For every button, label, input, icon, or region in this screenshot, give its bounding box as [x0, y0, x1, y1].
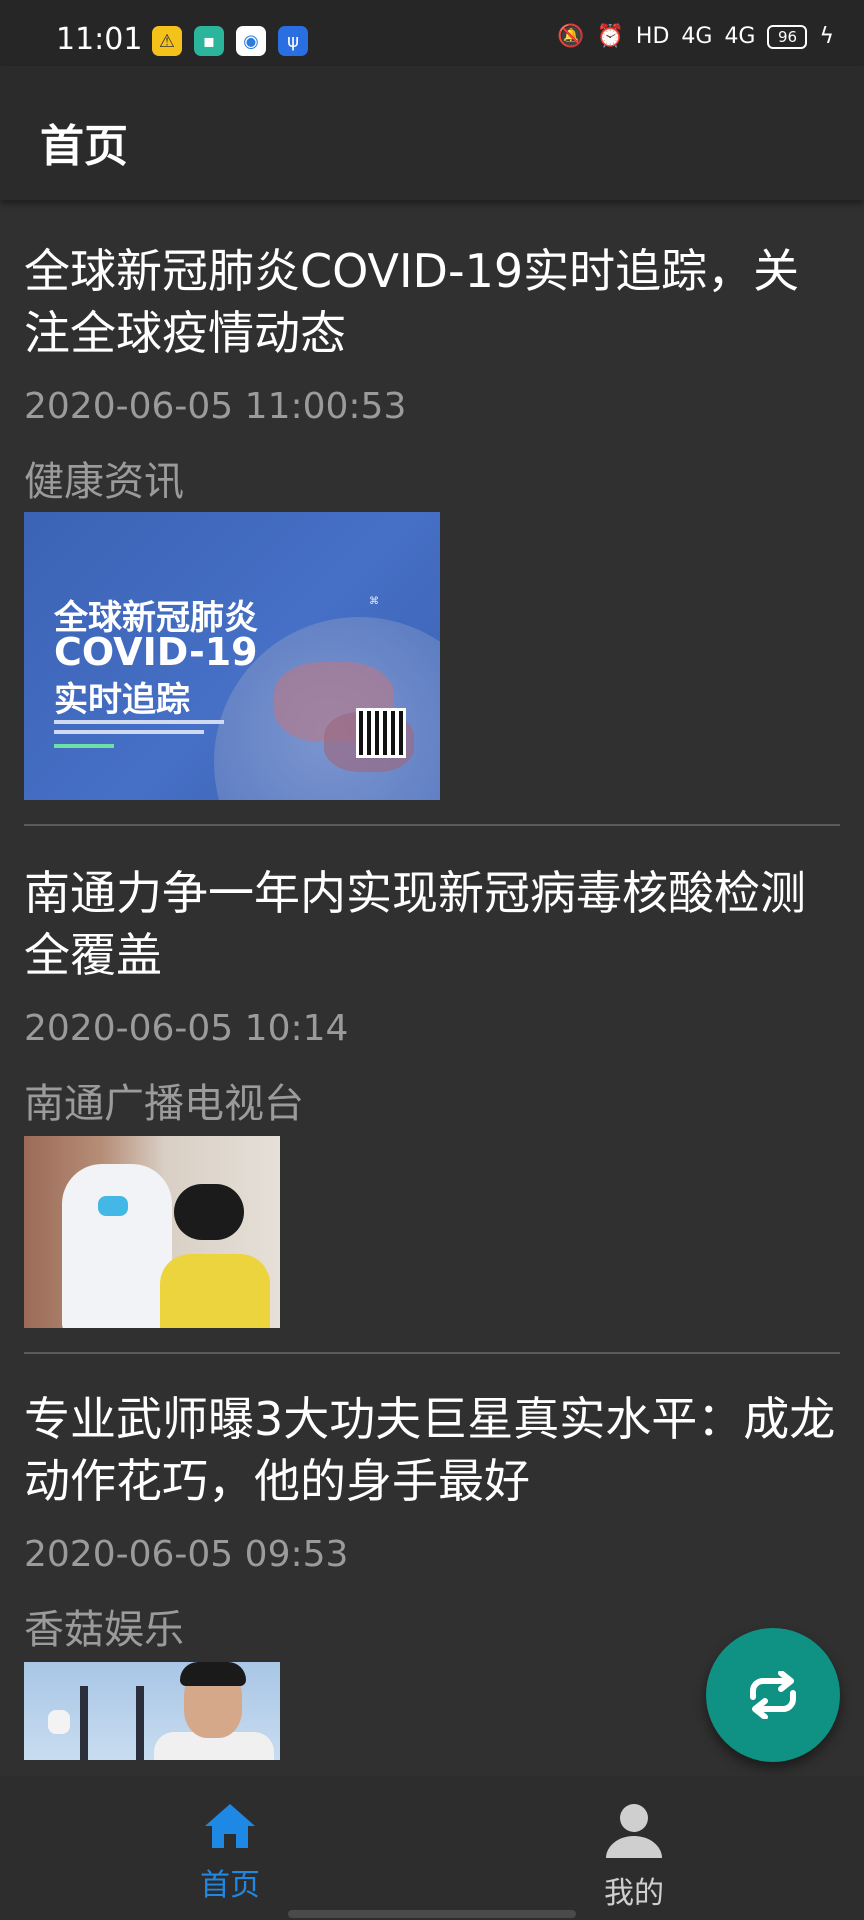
- news-source: 香菇娱乐: [24, 1607, 184, 1653]
- image-caption-line: [54, 720, 224, 724]
- app-notification-icon: ◉: [236, 26, 266, 56]
- news-title[interactable]: 全球新冠肺炎COVID-19实时追踪，关注全球疫情动态: [24, 240, 840, 364]
- news-item[interactable]: 全球新冠肺炎COVID-19实时追踪，关注全球疫情动态 2020-06-05 1…: [24, 240, 840, 507]
- signal-4g-icon: 4G: [681, 24, 713, 49]
- person-icon: [606, 1804, 662, 1858]
- mask: [98, 1196, 128, 1216]
- image-title-line2: COVID-19: [54, 630, 258, 674]
- divider: [24, 824, 840, 826]
- app-bar: 首页: [0, 66, 864, 200]
- news-feed[interactable]: 全球新冠肺炎COVID-19实时追踪，关注全球疫情动态 2020-06-05 1…: [0, 200, 864, 1760]
- news-time: 2020-06-05 10:14: [24, 1008, 349, 1049]
- hd-label: HD: [635, 24, 670, 49]
- news-image[interactable]: [24, 1662, 280, 1760]
- home-indicator[interactable]: [288, 1910, 576, 1918]
- protective-suit: [62, 1164, 172, 1328]
- news-image[interactable]: 全球新冠肺炎 COVID-19 实时追踪 ⌘: [24, 512, 440, 800]
- status-bar: 11:01 ⚠ ▪ ◉ ψ 🔕 ⏰ HD 4G 4G 96 ϟ: [0, 0, 864, 66]
- news-item[interactable]: 专业武师曝3大功夫巨星真实水平：成龙动作花巧，他的身手最好 2020-06-05…: [24, 1388, 840, 1655]
- nav-item-home[interactable]: 首页: [160, 1802, 300, 1904]
- news-time: 2020-06-05 09:53: [24, 1534, 349, 1575]
- status-right: 🔕 ⏰ HD 4G 4G 96 ϟ: [557, 24, 834, 49]
- brand-logo: ⌘: [369, 596, 379, 607]
- hair: [180, 1662, 246, 1686]
- nav-label-mine: 我的: [604, 1876, 664, 1911]
- news-title[interactable]: 专业武师曝3大功夫巨星真实水平：成龙动作花巧，他的身手最好: [24, 1388, 840, 1512]
- tower: [80, 1686, 88, 1760]
- battery-icon: 96: [767, 24, 808, 49]
- vibrate-icon: 🔕: [557, 24, 585, 49]
- tower: [136, 1686, 144, 1760]
- nav-item-mine[interactable]: 我的: [564, 1802, 704, 1912]
- nav-label-home: 首页: [200, 1868, 260, 1903]
- home-icon: [205, 1804, 255, 1848]
- news-item[interactable]: 南通力争一年内实现新冠病毒核酸检测全覆盖 2020-06-05 10:14 南通…: [24, 862, 840, 1129]
- charging-icon: ϟ: [819, 24, 834, 49]
- news-image[interactable]: [24, 1136, 280, 1328]
- bottom-navigation: 首页 我的: [0, 1776, 864, 1920]
- page-title: 首页: [40, 121, 128, 172]
- image-cta: [54, 744, 114, 748]
- signal-4g-icon-2: 4G: [724, 24, 756, 49]
- qr-code-icon: [356, 708, 406, 758]
- alarm-icon: ⏰: [596, 24, 624, 49]
- usb-icon: ψ: [278, 26, 308, 56]
- person-hair: [174, 1184, 244, 1240]
- divider: [24, 1352, 840, 1354]
- news-time: 2020-06-05 11:00:53: [24, 386, 407, 427]
- warning-icon: ⚠: [152, 26, 182, 56]
- image-caption-line: [54, 730, 204, 734]
- image-title-line3: 实时追踪: [54, 680, 190, 720]
- status-time: 11:01: [56, 22, 143, 57]
- message-icon: ▪: [194, 26, 224, 56]
- news-source: 健康资讯: [24, 459, 184, 505]
- refresh-icon: [750, 1671, 796, 1719]
- fist: [48, 1710, 70, 1734]
- news-title[interactable]: 南通力争一年内实现新冠病毒核酸检测全覆盖: [24, 862, 840, 986]
- notification-icons: ⚠ ▪ ◉ ψ: [152, 26, 308, 56]
- refresh-button[interactable]: [706, 1628, 840, 1762]
- yellow-coat: [160, 1254, 270, 1328]
- news-source: 南通广播电视台: [24, 1081, 304, 1127]
